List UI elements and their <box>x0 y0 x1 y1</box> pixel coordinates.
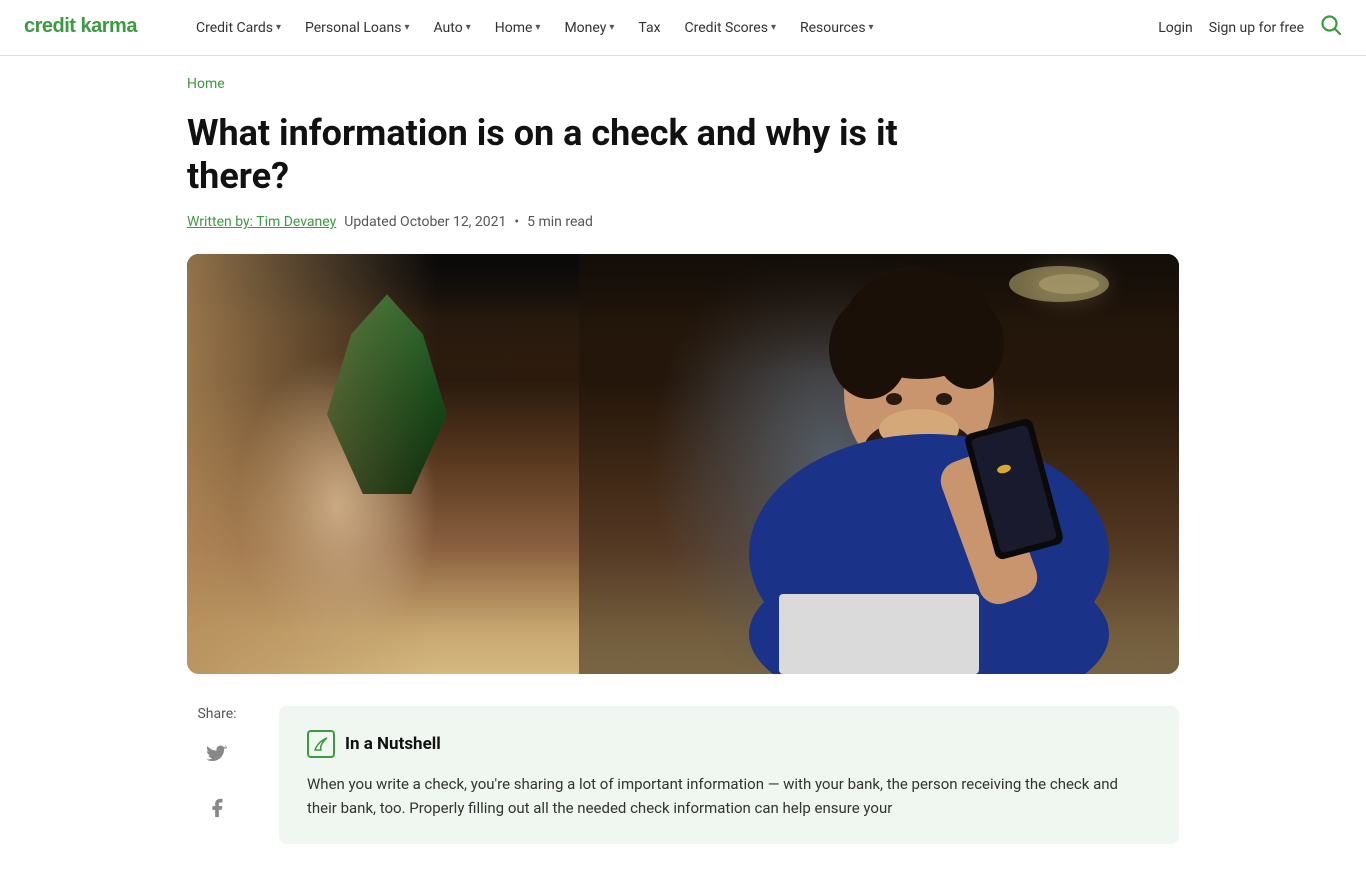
twitter-icon <box>206 745 228 767</box>
nav-label-money: Money <box>564 20 606 36</box>
nav-label-home: Home <box>495 20 533 36</box>
nav-item-tax[interactable]: Tax <box>628 14 670 42</box>
main-content: Home What information is on a check and … <box>163 56 1203 884</box>
meta-read-time: 5 min read <box>527 214 593 230</box>
hero-image-placeholder <box>187 254 1179 674</box>
nav-links: Credit Cards ▾ Personal Loans ▾ Auto ▾ H… <box>186 14 1158 42</box>
hero-person-svg <box>579 254 1179 674</box>
meta-separator: • <box>514 214 519 230</box>
nav-label-credit-scores: Credit Scores <box>685 20 768 36</box>
nav-item-auto[interactable]: Auto ▾ <box>423 14 480 42</box>
facebook-share-button[interactable] <box>199 790 235 826</box>
nav-right: Login Sign up for free <box>1158 14 1342 41</box>
nav-item-credit-scores[interactable]: Credit Scores ▾ <box>675 14 786 42</box>
search-svg <box>1320 14 1342 36</box>
twitter-share-button[interactable] <box>199 738 235 774</box>
chevron-down-icon: ▾ <box>535 22 540 33</box>
logo-svg: credit karma <box>24 10 154 40</box>
nutshell-icon <box>307 730 335 758</box>
logo-text: credit karma <box>24 21 154 46</box>
breadcrumb[interactable]: Home <box>187 76 1179 92</box>
navigation: credit karma Credit Cards ▾ Personal Loa… <box>0 0 1366 56</box>
chevron-down-icon: ▾ <box>404 22 409 33</box>
nutshell-text: When you write a check, you're sharing a… <box>307 772 1151 820</box>
signup-button[interactable]: Sign up for free <box>1209 20 1304 36</box>
nav-label-tax: Tax <box>638 20 660 36</box>
hero-image <box>187 254 1179 674</box>
share-label: Share: <box>197 706 236 722</box>
search-icon[interactable] <box>1320 14 1342 41</box>
meta-updated: Updated October 12, 2021 <box>344 214 506 230</box>
bottom-section: Share: In a Nutshell <box>187 706 1179 844</box>
nav-label-credit-cards: Credit Cards <box>196 20 273 36</box>
nutshell-leaf-icon <box>313 736 329 752</box>
hero-overlay-left <box>187 254 437 674</box>
nav-item-money[interactable]: Money ▾ <box>554 14 624 42</box>
chevron-down-icon: ▾ <box>609 22 614 33</box>
nav-item-credit-cards[interactable]: Credit Cards ▾ <box>186 14 291 42</box>
login-button[interactable]: Login <box>1158 20 1193 36</box>
svg-text:credit karma: credit karma <box>24 15 138 37</box>
article-meta: Written by: Tim Devaney Updated October … <box>187 214 1179 230</box>
facebook-icon <box>206 797 228 819</box>
chevron-down-icon: ▾ <box>771 22 776 33</box>
nutshell-title: In a Nutshell <box>345 734 441 754</box>
logo[interactable]: credit karma <box>24 10 154 46</box>
chevron-down-icon: ▾ <box>466 22 471 33</box>
article-title: What information is on a check and why i… <box>187 112 987 198</box>
nutshell-header: In a Nutshell <box>307 730 1151 758</box>
nav-label-resources: Resources <box>800 20 866 36</box>
chevron-down-icon: ▾ <box>869 22 874 33</box>
chevron-down-icon: ▾ <box>276 22 281 33</box>
nav-item-home[interactable]: Home ▾ <box>485 14 551 42</box>
share-section: Share: <box>187 706 247 826</box>
nav-item-resources[interactable]: Resources ▾ <box>790 14 884 42</box>
nav-label-personal-loans: Personal Loans <box>305 20 401 36</box>
article-author[interactable]: Written by: Tim Devaney <box>187 214 336 230</box>
nav-item-personal-loans[interactable]: Personal Loans ▾ <box>295 14 419 42</box>
nav-label-auto: Auto <box>433 20 462 36</box>
nutshell-box: In a Nutshell When you write a check, yo… <box>279 706 1179 844</box>
